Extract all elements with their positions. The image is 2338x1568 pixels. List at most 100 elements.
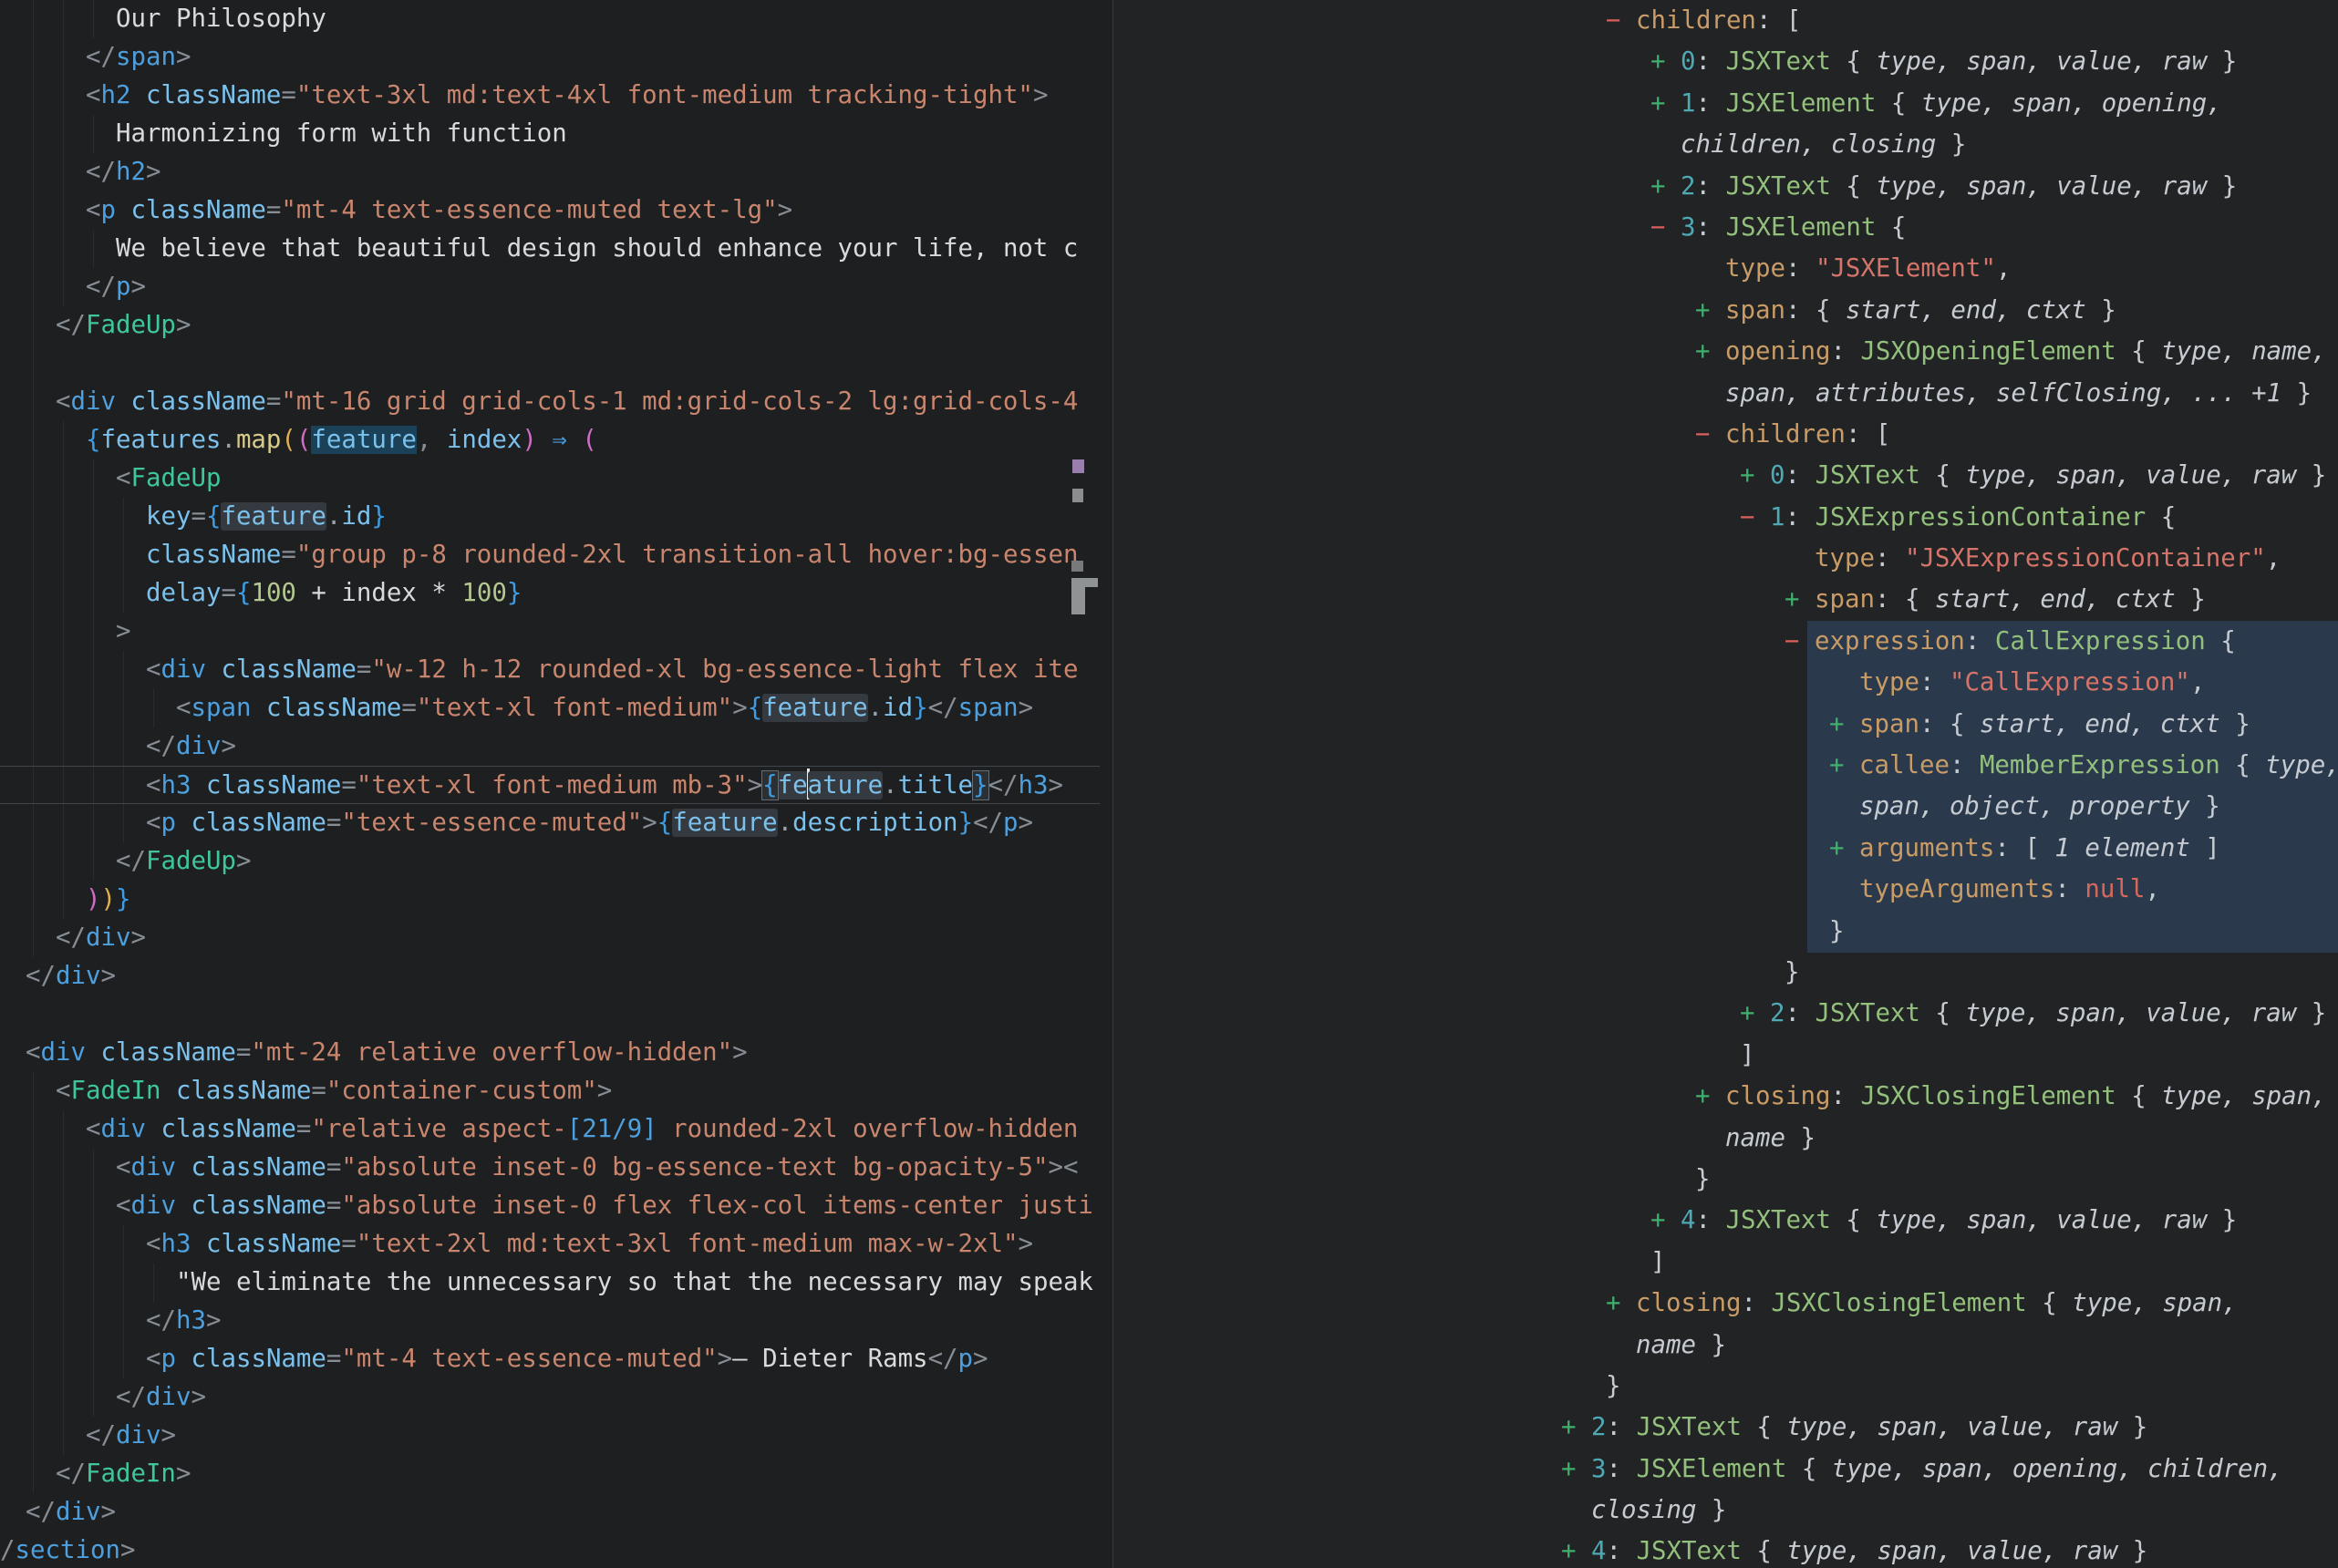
collapse-node-toggle[interactable]: − bbox=[1740, 497, 1770, 538]
ast-tree-panel[interactable]: −children: [+0: JSXText { type, span, va… bbox=[1113, 0, 2338, 1568]
expand-node-toggle[interactable]: + bbox=[1785, 579, 1815, 620]
ast-node-line[interactable]: +span: { start, end, ctxt } bbox=[1113, 579, 2338, 620]
ast-node-line[interactable]: +callee: MemberExpression { type, bbox=[1113, 745, 2338, 786]
code-line[interactable]: </span> bbox=[0, 38, 1100, 77]
ast-node-line[interactable]: children, closing } bbox=[1113, 124, 2338, 165]
expand-node-toggle[interactable]: + bbox=[1695, 1076, 1725, 1117]
expand-node-toggle[interactable]: + bbox=[1561, 1407, 1591, 1448]
expand-node-toggle[interactable]: + bbox=[1650, 166, 1681, 207]
code-line-current[interactable]: <h3 className="text-xl font-medium mb-3"… bbox=[0, 766, 1100, 804]
ast-node-line[interactable]: } bbox=[1113, 1366, 2338, 1407]
code-line[interactable]: </div> bbox=[0, 727, 1100, 766]
code-line[interactable]: <FadeIn className="container-custom"> bbox=[0, 1072, 1100, 1110]
ast-node-line[interactable]: span, object, property } bbox=[1113, 786, 2338, 827]
code-line[interactable]: </div> bbox=[0, 1378, 1100, 1417]
code-line[interactable]: > bbox=[0, 613, 1100, 651]
expand-node-toggle[interactable]: + bbox=[1606, 1283, 1636, 1324]
code-line[interactable]: delay={100 + index * 100} bbox=[0, 574, 1100, 613]
ast-node-line[interactable]: } bbox=[1113, 952, 2338, 993]
collapse-node-toggle[interactable]: − bbox=[1606, 0, 1636, 41]
ast-node-line[interactable]: −children: [ bbox=[1113, 0, 2338, 41]
code-line[interactable]: </FadeUp> bbox=[0, 842, 1100, 881]
expand-node-toggle[interactable]: + bbox=[1695, 331, 1725, 372]
code-line[interactable]: key={feature.id} bbox=[0, 498, 1100, 536]
expand-node-toggle[interactable]: + bbox=[1829, 704, 1859, 745]
expand-node-toggle[interactable]: + bbox=[1561, 1531, 1591, 1568]
expand-node-toggle[interactable]: + bbox=[1740, 993, 1770, 1034]
ast-node-line[interactable]: +opening: JSXOpeningElement { type, name… bbox=[1113, 331, 2338, 372]
left-code-editor[interactable]: Our Philosophy</span><h2 className="text… bbox=[0, 0, 1100, 1568]
ast-node-line[interactable]: +4: JSXText { type, span, value, raw } bbox=[1113, 1531, 2338, 1568]
code-line[interactable]: /section> bbox=[0, 1532, 1100, 1568]
ast-node-line[interactable]: +2: JSXText { type, span, value, raw } bbox=[1113, 993, 2338, 1034]
ast-node-line[interactable]: span, attributes, selfClosing, ... +1 } bbox=[1113, 373, 2338, 414]
ast-node-line[interactable]: type: "JSXExpressionContainer", bbox=[1113, 538, 2338, 579]
code-line[interactable]: <span className="text-xl font-medium">{f… bbox=[0, 689, 1100, 727]
code-line[interactable]: <h2 className="text-3xl md:text-4xl font… bbox=[0, 77, 1100, 115]
expand-node-toggle[interactable]: + bbox=[1650, 1200, 1681, 1241]
expand-node-toggle[interactable]: + bbox=[1561, 1449, 1591, 1490]
ast-node-line[interactable]: −3: JSXElement { bbox=[1113, 207, 2338, 248]
code-line[interactable]: <div className="relative aspect-[21/9] r… bbox=[0, 1110, 1100, 1149]
code-line[interactable]: We believe that beautiful design should … bbox=[0, 230, 1100, 268]
ast-node-line[interactable]: +span: { start, end, ctxt } bbox=[1113, 704, 2338, 745]
code-line[interactable]: </h3> bbox=[0, 1302, 1100, 1340]
code-line[interactable]: ))} bbox=[0, 881, 1100, 919]
code-line[interactable]: Our Philosophy bbox=[0, 0, 1100, 38]
ast-node-line[interactable]: +2: JSXText { type, span, value, raw } bbox=[1113, 166, 2338, 207]
code-line[interactable]: </div> bbox=[0, 1417, 1100, 1455]
code-line[interactable]: <FadeUp bbox=[0, 459, 1100, 498]
code-line[interactable]: <p className="text-essence-muted">{featu… bbox=[0, 804, 1100, 842]
ast-node-line[interactable]: +2: JSXText { type, span, value, raw } bbox=[1113, 1407, 2338, 1448]
code-line[interactable]: <h3 className="text-2xl md:text-3xl font… bbox=[0, 1225, 1100, 1264]
code-line[interactable] bbox=[0, 345, 1100, 383]
code-line[interactable]: <p className="mt-4 text-essence-muted te… bbox=[0, 191, 1100, 230]
expand-node-toggle[interactable]: + bbox=[1829, 828, 1859, 869]
ast-node-line[interactable]: +0: JSXText { type, span, value, raw } bbox=[1113, 455, 2338, 496]
code-line[interactable]: </p> bbox=[0, 268, 1100, 306]
collapse-node-toggle[interactable]: − bbox=[1695, 414, 1725, 455]
code-line[interactable]: "We eliminate the unnecessary so that th… bbox=[0, 1264, 1100, 1302]
code-line[interactable]: className="group p-8 rounded-2xl transit… bbox=[0, 536, 1100, 574]
expand-node-toggle[interactable]: + bbox=[1695, 290, 1725, 331]
code-line[interactable]: <div className="absolute inset-0 bg-esse… bbox=[0, 1149, 1100, 1187]
ast-node-line[interactable]: closing } bbox=[1113, 1490, 2338, 1531]
ast-node-line[interactable]: +0: JSXText { type, span, value, raw } bbox=[1113, 41, 2338, 82]
code-line[interactable] bbox=[0, 995, 1100, 1034]
expand-node-toggle[interactable]: + bbox=[1650, 83, 1681, 124]
ast-node-line[interactable]: −1: JSXExpressionContainer { bbox=[1113, 497, 2338, 538]
code-line[interactable]: </FadeUp> bbox=[0, 306, 1100, 345]
ast-node-line[interactable]: ] bbox=[1113, 1035, 2338, 1076]
code-line[interactable]: <div className="absolute inset-0 flex fl… bbox=[0, 1187, 1100, 1225]
collapse-node-toggle[interactable]: − bbox=[1785, 621, 1815, 662]
ast-node-line[interactable]: +3: JSXElement { type, span, opening, ch… bbox=[1113, 1449, 2338, 1490]
code-line[interactable]: <div className="mt-16 grid grid-cols-1 m… bbox=[0, 383, 1100, 421]
expand-node-toggle[interactable]: + bbox=[1740, 455, 1770, 496]
ast-node-line[interactable]: +closing: JSXClosingElement { type, span… bbox=[1113, 1283, 2338, 1324]
ast-node-line[interactable]: +4: JSXText { type, span, value, raw } bbox=[1113, 1200, 2338, 1241]
ast-node-line[interactable]: } bbox=[1113, 911, 2338, 952]
ast-node-line[interactable]: +arguments: [ 1 element ] bbox=[1113, 828, 2338, 869]
code-line[interactable]: <div className="w-12 h-12 rounded-xl bg-… bbox=[0, 651, 1100, 689]
ast-node-line[interactable]: ] bbox=[1113, 1242, 2338, 1283]
pane-divider[interactable] bbox=[1112, 0, 1113, 1568]
code-line[interactable]: </div> bbox=[0, 1493, 1100, 1532]
ast-node-line[interactable]: +closing: JSXClosingElement { type, span… bbox=[1113, 1076, 2338, 1117]
code-line[interactable]: </FadeIn> bbox=[0, 1455, 1100, 1493]
ast-node-line[interactable]: } bbox=[1113, 1159, 2338, 1200]
code-line[interactable]: <p className="mt-4 text-essence-muted">—… bbox=[0, 1340, 1100, 1378]
code-line[interactable]: </h2> bbox=[0, 153, 1100, 191]
code-line[interactable]: </div> bbox=[0, 919, 1100, 957]
ast-node-line[interactable]: −children: [ bbox=[1113, 414, 2338, 455]
code-line[interactable]: <div className="mt-24 relative overflow-… bbox=[0, 1034, 1100, 1072]
collapse-node-toggle[interactable]: − bbox=[1650, 207, 1681, 248]
code-line[interactable]: {features.map((feature, index) ⇒ ( bbox=[0, 421, 1100, 459]
ast-node-line[interactable]: typeArguments: null, bbox=[1113, 869, 2338, 910]
ast-node-line[interactable]: name } bbox=[1113, 1325, 2338, 1366]
expand-node-toggle[interactable]: + bbox=[1650, 41, 1681, 82]
ast-node-line[interactable]: type: "CallExpression", bbox=[1113, 662, 2338, 703]
ast-node-line[interactable]: type: "JSXElement", bbox=[1113, 248, 2338, 289]
code-line[interactable]: </div> bbox=[0, 957, 1100, 995]
ast-node-line[interactable]: −expression: CallExpression { bbox=[1113, 621, 2338, 662]
expand-node-toggle[interactable]: + bbox=[1829, 745, 1859, 786]
